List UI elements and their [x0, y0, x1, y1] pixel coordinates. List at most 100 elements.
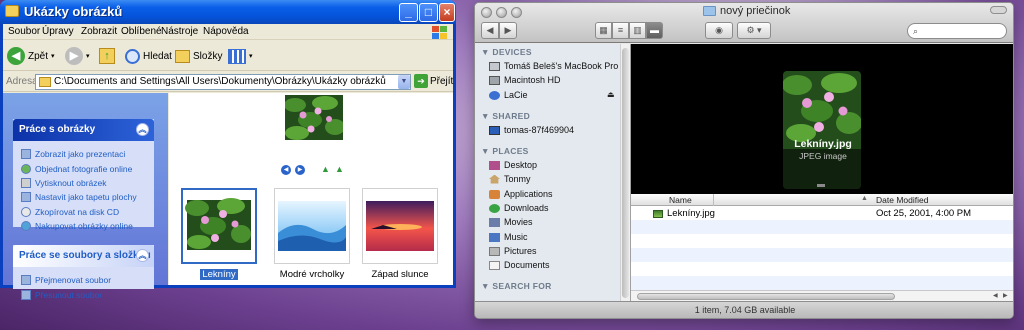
file-tasks-panel: Práce se soubory a složkou ︽ Přejmenovat…: [13, 245, 154, 300]
sidebar-label: Music: [504, 232, 528, 242]
column-view-button[interactable]: ▥: [629, 22, 646, 39]
column-date-modified[interactable]: Date Modified: [876, 195, 928, 205]
sidebar-item-music[interactable]: Music: [489, 232, 528, 242]
picture-tasks-header[interactable]: Práce s obrázky ︽: [13, 119, 154, 141]
sidebar-label: LaCie: [504, 90, 528, 100]
sidebar-item-pictures[interactable]: Pictures: [489, 246, 537, 256]
previous-image-button[interactable]: ◀: [281, 165, 291, 175]
scrollbar-thumb[interactable]: [622, 48, 629, 298]
applications-icon: [489, 189, 500, 199]
close-window-button[interactable]: [481, 7, 492, 18]
task-order-prints[interactable]: Objednat fotografie online: [13, 161, 154, 175]
toolbar: ◀ Zpět ▾ ▶ ▾ ↑ Hledat Složky ▾: [3, 41, 453, 71]
file-tasks-header[interactable]: Práce se soubory a složkou ︽: [13, 245, 154, 267]
search-button[interactable]: Hledat: [125, 45, 172, 67]
column-name[interactable]: Name: [669, 195, 692, 205]
address-bar: Adresa C:\Documents and Settings\All Use…: [3, 72, 453, 92]
zoom-window-button[interactable]: [511, 7, 522, 18]
eject-icon[interactable]: ⏏: [607, 90, 615, 99]
task-print[interactable]: Vytisknout obrázek: [13, 176, 154, 190]
documents-icon: [489, 260, 500, 270]
folders-icon: [175, 49, 190, 63]
sidebar-scrollbar[interactable]: [620, 44, 630, 301]
sidebar-item-applications[interactable]: Applications: [489, 189, 553, 199]
thumbnail-label[interactable]: Modré vrcholky: [272, 269, 352, 280]
picture-tasks-panel: Práce s obrázky ︽ Zobrazit jako prezenta…: [13, 119, 154, 232]
search-field[interactable]: ⌕: [907, 23, 1007, 39]
coverflow-image[interactable]: [783, 71, 861, 189]
column-divider[interactable]: [713, 194, 714, 206]
views-icon: [228, 48, 246, 64]
sidebar-item-downloads[interactable]: Downloads: [489, 203, 549, 213]
downloads-icon: [489, 203, 500, 213]
status-bar: 1 item, 7.04 GB available: [475, 301, 1013, 318]
task-slideshow[interactable]: Zobrazit jako prezentaci: [13, 147, 154, 161]
minimize-window-button[interactable]: [496, 7, 507, 18]
menu-oblibene[interactable]: Oblíbené: [121, 26, 162, 37]
sidebar-item-macbook[interactable]: Tomáš Beleš's MacBook Pro: [489, 61, 618, 71]
places-label: PLACES: [492, 146, 529, 156]
menu-napoveda[interactable]: Nápověda: [203, 26, 249, 37]
menu-nastroje[interactable]: Nástroje: [161, 26, 198, 37]
rotate-right-button[interactable]: ▲: [335, 165, 345, 174]
next-image-button[interactable]: ▶: [295, 165, 305, 175]
forward-button[interactable]: ▶: [499, 22, 517, 39]
back-button[interactable]: ◀ Zpět ▾: [7, 45, 55, 67]
sidebar-item-home[interactable]: Tonmy: [489, 174, 531, 184]
task-shop-online[interactable]: Nakupovat obrázky online: [13, 219, 154, 233]
up-folder-icon: ↑: [99, 48, 115, 64]
folders-button[interactable]: Složky: [175, 45, 222, 67]
go-button[interactable]: ➔ Přejít: [414, 74, 453, 88]
thumbnail-label[interactable]: Lekníny: [179, 269, 259, 280]
menu-soubor[interactable]: Soubor: [8, 26, 40, 37]
close-button[interactable]: ×: [439, 3, 455, 22]
sidebar-item-movies[interactable]: Movies: [489, 217, 533, 227]
task-copy-to-cd[interactable]: Zkopírovat na disk CD: [13, 205, 154, 219]
thumbnail-label-text: Západ slunce: [371, 269, 429, 280]
task-rename[interactable]: Přejmenovat soubor: [13, 273, 154, 287]
back-label: Zpět: [28, 50, 49, 62]
collapse-icon[interactable]: ︽: [136, 249, 149, 262]
icon-view-button[interactable]: ▦: [595, 22, 612, 39]
thumbnail-modre-vrcholky[interactable]: [274, 188, 350, 264]
finder-window: nový priečinok ◀ ▶ ▦ ≡ ▥ ▬ ◉ ⚙ ▾ ⌕ ▼ DEV…: [474, 2, 1014, 319]
address-input[interactable]: C:\Documents and Settings\All Users\Doku…: [35, 74, 411, 90]
sidebar-item-documents[interactable]: Documents: [489, 260, 550, 270]
thumbnail-label[interactable]: Západ slunce: [360, 269, 440, 280]
coverflow-scroll-indicator[interactable]: [817, 184, 825, 187]
menu-upravy[interactable]: Úpravy: [42, 26, 74, 37]
thumbnail-lekniny[interactable]: [181, 188, 257, 264]
address-path: C:\Documents and Settings\All Users\Doku…: [54, 76, 386, 87]
rotate-left-button[interactable]: ▲: [321, 165, 331, 174]
file-row[interactable]: Lekníny.jpg Oct 25, 2001, 4:00 PM: [631, 206, 1013, 220]
scrollbar-thumb[interactable]: [637, 293, 895, 300]
horizontal-scrollbar[interactable]: ◀ ▶: [631, 290, 1013, 301]
sidebar-item-macintosh-hd[interactable]: Macintosh HD: [489, 75, 561, 85]
task-move[interactable]: Přesunout soubor: [13, 287, 154, 301]
quick-look-button[interactable]: ◉: [705, 22, 733, 39]
forward-button[interactable]: ▶ ▾: [65, 45, 90, 67]
address-dropdown[interactable]: ▼: [398, 75, 410, 89]
xp-title-bar[interactable]: Ukázky obrázků _ □ ×: [0, 0, 456, 24]
sidebar-item-desktop[interactable]: Desktop: [489, 160, 537, 170]
pictures-icon: [489, 246, 500, 256]
scroll-left-arrow-icon[interactable]: ◀: [993, 292, 998, 299]
views-button[interactable]: ▾: [228, 45, 253, 67]
scroll-right-arrow-icon[interactable]: ▶: [1003, 292, 1008, 299]
list-view-button[interactable]: ≡: [612, 22, 629, 39]
coverflow-view-button[interactable]: ▬: [646, 22, 663, 39]
back-button[interactable]: ◀: [481, 22, 499, 39]
sidebar-item-shared-computer[interactable]: tomas-87f469904: [489, 125, 574, 135]
menu-zobrazit[interactable]: Zobrazit: [81, 26, 117, 37]
toolbar-toggle-button[interactable]: [990, 6, 1007, 14]
thumbnail-zapad-slunce[interactable]: [362, 188, 438, 264]
collapse-icon[interactable]: ︽: [136, 123, 149, 136]
minimize-button[interactable]: _: [399, 3, 418, 22]
places-header: ▼ PLACES: [481, 146, 529, 156]
sidebar-item-lacie[interactable]: LaCie: [489, 90, 528, 100]
task-set-wallpaper[interactable]: Nastavit jako tapetu plochy: [13, 190, 154, 204]
action-menu-button[interactable]: ⚙ ▾: [737, 22, 771, 39]
sidebar-label: Documents: [504, 260, 550, 270]
up-folder-button[interactable]: ↑: [99, 45, 115, 67]
maximize-button[interactable]: □: [419, 3, 438, 22]
